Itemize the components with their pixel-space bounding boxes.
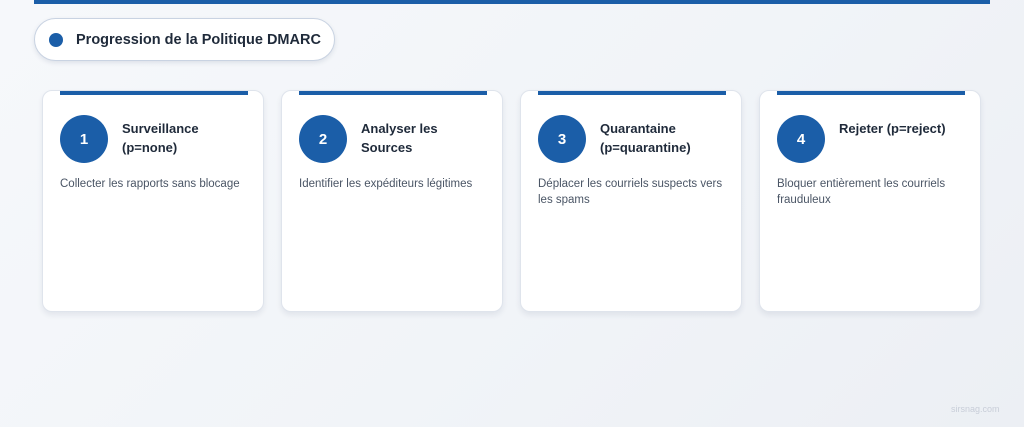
step-number-badge: 4 [777,115,825,163]
card-accent-bar [777,91,965,95]
step-card-header: 1 Surveillance (p=none) [60,115,252,163]
step-description: Bloquer entièrement les courriels fraudu… [777,178,946,206]
top-accent-bar [34,0,990,4]
step-title: Analyser les Sources [361,121,438,155]
step-description: Déplacer les courriels suspects vers les… [538,178,723,206]
diagram-title-pill: Progression de la Politique DMARC [34,18,335,61]
step-description: Collecter les rapports sans blocage [60,178,240,190]
step-card-header: 3 Quarantaine (p=quarantine) [538,115,730,163]
step-title: Rejeter (p=reject) [839,121,946,136]
diagram-title: Progression de la Politique DMARC [76,31,321,48]
step-card-1: 1 Surveillance (p=none) Collecter les ra… [42,90,264,312]
step-number-badge: 1 [60,115,108,163]
step-card-3: 3 Quarantaine (p=quarantine) Déplacer le… [520,90,742,312]
card-accent-bar [60,91,248,95]
step-description: Identifier les expéditeurs légitimes [299,178,473,190]
title-dot-icon [49,32,63,47]
step-card-2: 2 Analyser les Sources Identifier les ex… [281,90,503,312]
card-accent-bar [538,91,726,95]
step-title: Surveillance (p=none) [122,121,199,155]
step-title: Quarantaine (p=quarantine) [600,121,691,155]
step-number-badge: 3 [538,115,586,163]
step-card-header: 4 Rejeter (p=reject) [777,115,969,163]
step-card-header: 2 Analyser les Sources [299,115,491,163]
step-number-badge: 2 [299,115,347,163]
card-accent-bar [299,91,487,95]
watermark: sirsnag.com [951,404,1000,414]
step-card-4: 4 Rejeter (p=reject) Bloquer entièrement… [759,90,981,312]
step-cards: 1 Surveillance (p=none) Collecter les ra… [42,90,981,312]
